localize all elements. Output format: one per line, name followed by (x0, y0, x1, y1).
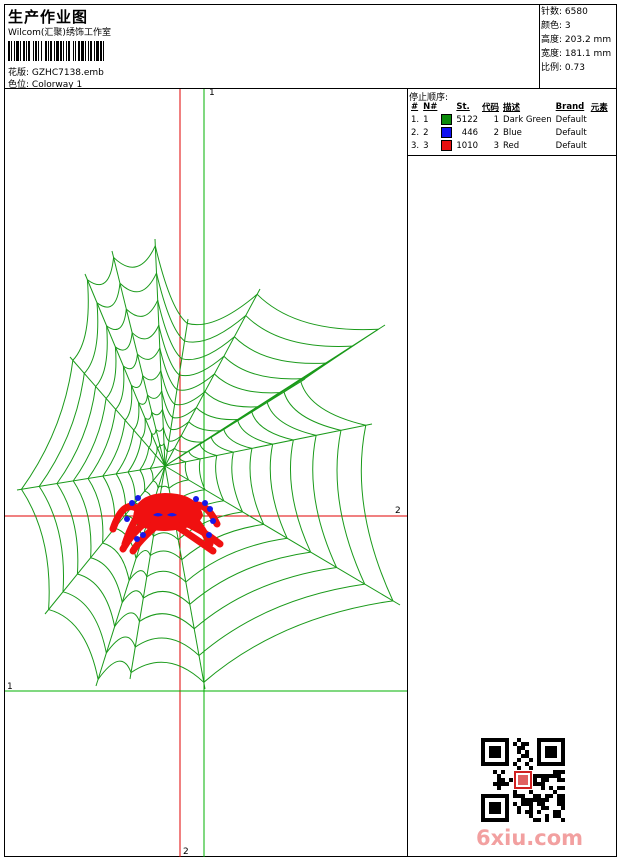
red-axis-label-right: 2 (395, 506, 401, 516)
row-swatch (439, 126, 454, 139)
row-brand: Default (555, 127, 587, 138)
spider-web (16, 238, 401, 690)
col-stitches: St. (456, 102, 470, 112)
row-index: 1. (411, 114, 420, 125)
col-index: # (411, 102, 419, 112)
stat-value: 3 (564, 21, 571, 31)
col-n: N# (423, 102, 438, 112)
row-n: 2 (423, 127, 429, 138)
row-code: 1 (493, 114, 500, 125)
row-code: 3 (493, 140, 500, 151)
stat-label: 颜色: (541, 21, 563, 31)
company-name: Wilcom(汇聚)绣饰工作室 (8, 28, 111, 38)
table-row: 1. 1 5122 1 Dark Green Default (409, 113, 610, 126)
barcode (8, 41, 104, 61)
stop-sequence-table: # N# St. 代码 描述 Brand 元素 1. 1 5122 1 Dark… (409, 101, 610, 152)
page-title: 生产作业图 (8, 8, 89, 26)
row-desc: Dark Green (503, 114, 552, 125)
stat-width: 宽度: 181.1 mm (541, 47, 611, 61)
header: 生产作业图 Wilcom(汇聚)绣饰工作室 花版: GZHC7138.emb 色… (4, 4, 540, 90)
row-element (589, 113, 610, 126)
embroidery-preview (5, 89, 407, 857)
stat-label: 针数: (541, 7, 563, 17)
row-code: 2 (493, 127, 500, 138)
design-stats: 针数: 6580 颜色: 3 高度: 203.2 mm 宽度: 181.1 mm… (541, 5, 611, 75)
color-swatch (441, 140, 453, 151)
stat-height: 高度: 203.2 mm (541, 33, 611, 47)
row-brand: Default (555, 114, 587, 125)
color-swatch (441, 114, 453, 125)
row-n: 3 (423, 140, 429, 151)
panel-divider (407, 88, 408, 857)
stat-colors: 颜色: 3 (541, 19, 611, 33)
row-index: 3. (411, 140, 420, 151)
stat-value: 0.73 (564, 63, 585, 73)
row-element (589, 139, 610, 152)
row-n: 1 (423, 114, 429, 125)
col-brand: Brand (555, 102, 585, 112)
table-divider (407, 155, 617, 156)
row-brand: Default (555, 140, 587, 151)
green-axis-label-top: 1 (209, 88, 215, 98)
col-desc: 描述 (503, 103, 521, 113)
row-stitches: 1010 (456, 140, 479, 151)
row-desc: Red (503, 140, 520, 151)
col-code: 代码 (482, 103, 500, 113)
stat-stitches: 针数: 6580 (541, 5, 611, 19)
stat-label: 高度: (541, 35, 563, 45)
stat-ratio: 比例: 0.73 (541, 61, 611, 75)
stat-label: 宽度: (541, 49, 563, 59)
row-stitches: 5122 (456, 114, 479, 125)
table-row: 2. 2 446 2 Blue Default (409, 126, 610, 139)
watermark-logo: 6xiu.com (476, 826, 584, 850)
stat-label: 比例: (541, 63, 563, 73)
col-swatch (439, 101, 454, 113)
stat-value: 203.2 mm (564, 35, 612, 45)
row-index: 2. (411, 127, 420, 138)
row-desc: Blue (503, 127, 522, 138)
table-header-row: # N# St. 代码 描述 Brand 元素 (409, 101, 610, 113)
stat-value: 181.1 mm (564, 49, 612, 59)
qr-code (481, 738, 565, 822)
table-row: 3. 3 1010 3 Red Default (409, 139, 610, 152)
red-axis-label-bottom: 2 (183, 847, 189, 857)
row-swatch (439, 113, 454, 126)
row-stitches: 446 (461, 127, 479, 138)
stat-value: 6580 (564, 7, 588, 17)
center-axes (5, 89, 407, 857)
green-axis-label-left: 1 (7, 682, 13, 692)
col-element: 元素 (590, 103, 608, 113)
row-element (589, 126, 610, 139)
row-swatch (439, 139, 454, 152)
color-swatch (441, 127, 453, 138)
